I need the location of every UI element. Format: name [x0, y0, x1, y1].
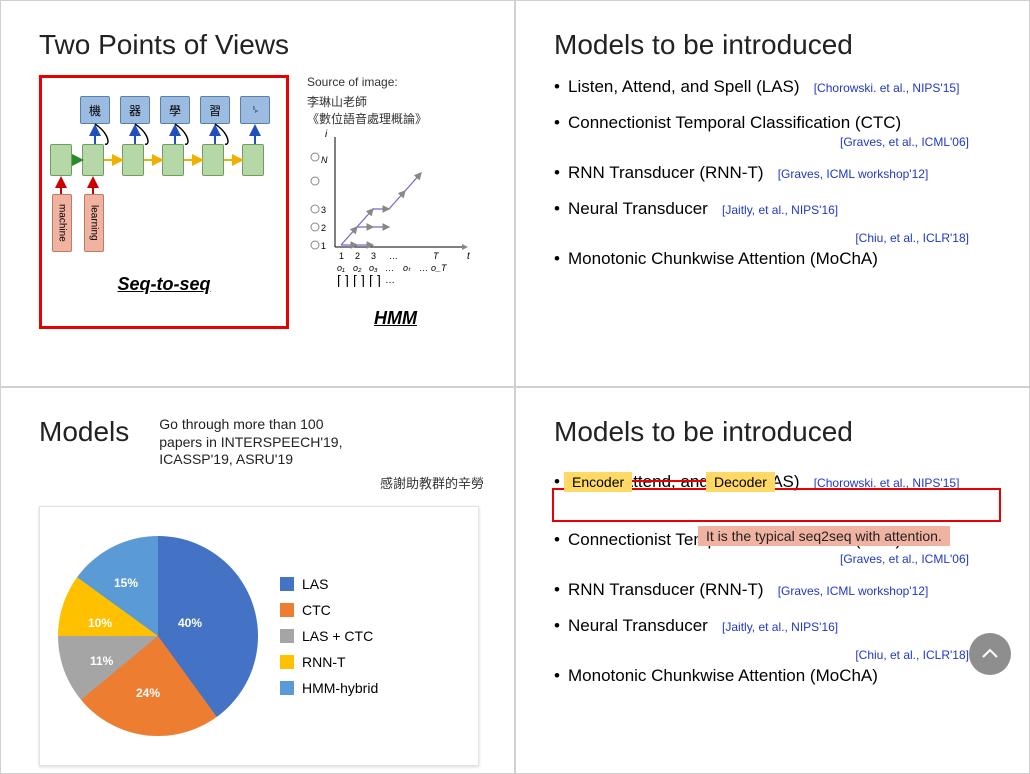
bullet-item: Neural Transducer [Jaitly, et al., NIPS'… [554, 616, 999, 636]
svg-text:2: 2 [321, 223, 326, 233]
citation: [Graves, ICML workshop'12] [778, 584, 929, 598]
slide1-title: Two Points of Views [39, 29, 484, 61]
svg-text:]: ] [377, 272, 381, 287]
slide-models-intro-a: Models to be introduced Listen, Attend, … [515, 0, 1030, 387]
citation: [Jaitly, et al., NIPS'16] [722, 620, 838, 634]
bullet-text: Connectionist Temporal Classification (C… [568, 113, 901, 132]
bullet-text: Monotonic Chunkwise Attention (MoChA) [568, 249, 878, 268]
seq-in-1: learning [84, 194, 104, 252]
pie-label-rnnt: 10% [88, 616, 112, 630]
svg-text:N: N [321, 155, 328, 165]
bullet-text: RNN Transducer (RNN-T) [568, 163, 764, 182]
pie-chart: 40% 24% 11% 10% 15% [58, 536, 258, 736]
pie-label-hmm: 15% [114, 576, 138, 590]
citation: [Graves, et al., ICML'06] [840, 552, 969, 566]
bullet-item: RNN Transducer (RNN-T) [Graves, ICML wor… [554, 163, 999, 183]
annotation-encoder: Encoder [564, 472, 632, 492]
pie-label-lasctc: 11% [90, 654, 113, 668]
svg-text:[: [ [337, 272, 341, 287]
hmm-source-line1: 李琳山老師 [307, 93, 484, 110]
bullet-item: [Chiu, et al., ICLR'18] Monotonic Chunkw… [554, 666, 999, 686]
svg-text:[: [ [353, 272, 357, 287]
hmm-source-label: Source of image: [307, 75, 484, 89]
svg-text:2: 2 [355, 251, 360, 261]
svg-text:T: T [433, 251, 440, 261]
slide2-bullets: Listen, Attend, and Spell (LAS) [Chorows… [554, 77, 999, 269]
legend-label: LAS + CTC [302, 628, 373, 644]
svg-text:[: [ [369, 272, 373, 287]
las-highlight-box [552, 488, 1001, 522]
bullet-item: RNN Transducer (RNN-T) [Graves, ICML wor… [554, 580, 999, 600]
seq2seq-caption: Seq-to-seq [50, 274, 278, 295]
pie-label-ctc: 24% [136, 686, 160, 700]
slide-two-views: Two Points of Views 機 器 學 習 ␠ [0, 0, 515, 387]
legend-item: CTC [280, 602, 378, 618]
annotation-typical-note: It is the typical seq2seq with attention… [698, 526, 950, 546]
citation: [Graves, ICML workshop'12] [778, 167, 929, 181]
seq-in-0: machine [52, 194, 72, 252]
svg-text:…: … [385, 263, 394, 273]
slide3-thanks: 感謝助教群的辛勞 [159, 473, 484, 492]
bullet-item: Listen, Attend, and Spell (LAS) [Chorows… [554, 77, 999, 97]
bullet-text: Listen, Attend, and Spell (LAS) [568, 77, 800, 96]
legend-label: CTC [302, 602, 331, 618]
swatch-icon [280, 629, 294, 643]
hmm-diagram: t i 1 2 3 N 1 2 3 … [307, 127, 477, 287]
legend-label: HMM-hybrid [302, 680, 378, 696]
swatch-icon [280, 577, 294, 591]
svg-text:1: 1 [339, 251, 344, 261]
legend-item: LAS + CTC [280, 628, 378, 644]
svg-text:3: 3 [321, 205, 326, 215]
legend-label: LAS [302, 576, 328, 592]
bullet-item: Connectionist Temporal Classification (C… [554, 113, 999, 133]
svg-text:]: ] [345, 272, 349, 287]
svg-text:o_T: o_T [431, 263, 448, 273]
annotation-decoder: Decoder [706, 472, 775, 492]
svg-text:oₜ: oₜ [403, 263, 411, 273]
svg-text:i: i [325, 129, 328, 140]
bullet-item: Neural Transducer [Jaitly, et al., NIPS'… [554, 199, 999, 219]
svg-text:]: ] [361, 272, 365, 287]
pie-chart-container: 40% 24% 11% 10% 15% LAS CTC LAS + CTC RN… [39, 506, 479, 766]
legend-item: LAS [280, 576, 378, 592]
chevron-up-icon [981, 645, 999, 663]
swatch-icon [280, 655, 294, 669]
bullet-text: Neural Transducer [568, 616, 708, 635]
citation: [Jaitly, et al., NIPS'16] [722, 203, 838, 217]
legend-label: RNN-T [302, 654, 346, 670]
svg-text:…: … [389, 251, 398, 261]
seq2seq-highlight-box: 機 器 學 習 ␠ [39, 75, 289, 329]
slide3-note: Go through more than 100 papers in INTER… [159, 416, 369, 469]
citation: [Chiu, et al., ICLR'18] [855, 648, 969, 662]
hmm-source-line2: 《數位語音處理概論》 [307, 110, 484, 127]
slide3-title: Models [39, 416, 129, 448]
svg-text:…: … [419, 263, 428, 273]
bullet-item: [Chiu, et al., ICLR'18] Monotonic Chunkw… [554, 249, 999, 269]
svg-text:3: 3 [371, 251, 376, 261]
swatch-icon [280, 603, 294, 617]
swatch-icon [280, 681, 294, 695]
svg-text:…: … [385, 275, 395, 286]
hmm-caption: HMM [307, 308, 484, 329]
seq2seq-diagram: 機 器 學 習 ␠ [50, 96, 280, 256]
pie-legend: LAS CTC LAS + CTC RNN-T HMM-hybrid [280, 576, 378, 696]
bullet-text: Neural Transducer [568, 199, 708, 218]
citation: [Chiu, et al., ICLR'18] [855, 231, 969, 245]
bullet-text: Monotonic Chunkwise Attention (MoChA) [568, 666, 878, 685]
hmm-panel: Source of image: 李琳山老師 《數位語音處理概論》 t i 1 … [307, 75, 484, 329]
citation: [Chorowski. et al., NIPS'15] [814, 81, 960, 95]
slide2-title: Models to be introduced [554, 29, 999, 61]
legend-item: HMM-hybrid [280, 680, 378, 696]
citation: [Graves, et al., ICML'06] [840, 135, 969, 149]
svg-text:t: t [467, 251, 471, 262]
legend-item: RNN-T [280, 654, 378, 670]
annotation-connector [620, 480, 706, 482]
slide-models-intro-b: Models to be introduced Encoder Decoder … [515, 387, 1030, 774]
slide4-title: Models to be introduced [554, 416, 999, 448]
pie-label-las: 40% [178, 616, 202, 630]
slide-models-pie: Models Go through more than 100 papers i… [0, 387, 515, 774]
bullet-text: RNN Transducer (RNN-T) [568, 580, 764, 599]
scroll-to-top-button[interactable] [969, 633, 1011, 675]
svg-text:1: 1 [321, 241, 326, 251]
